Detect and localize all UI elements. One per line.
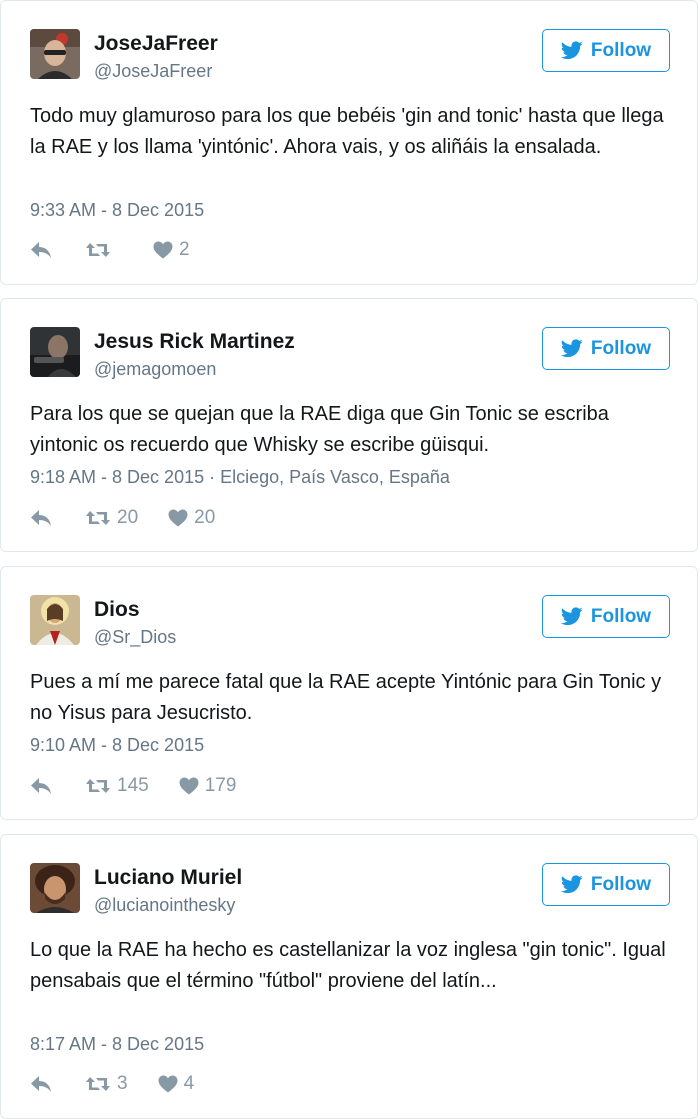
- tweet-text: Lo que la RAE ha hecho es castellanizar …: [30, 939, 666, 992]
- retweet-count: 20: [117, 507, 139, 528]
- follow-button[interactable]: Follow: [542, 327, 670, 370]
- like-button[interactable]: 4: [158, 1073, 195, 1095]
- retweet-icon: [85, 241, 111, 259]
- display-name[interactable]: Luciano Muriel: [94, 866, 242, 890]
- retweet-button[interactable]: 145: [85, 775, 149, 797]
- follow-label: Follow: [590, 873, 652, 895]
- user-handle[interactable]: @JoseJaFreer: [94, 61, 212, 82]
- tweet-timestamp[interactable]: 8:17 AM - 8 Dec 2015: [30, 1034, 204, 1055]
- tweet-card: Jesus Rick Martinez @jemagomoen Follow P…: [0, 298, 698, 552]
- reply-button[interactable]: [30, 1075, 52, 1093]
- follow-button[interactable]: Follow: [542, 863, 670, 906]
- follow-label: Follow: [590, 605, 652, 627]
- user-handle[interactable]: @lucianointhesky: [94, 895, 235, 916]
- reply-button[interactable]: [30, 241, 52, 259]
- tweet-timestamp[interactable]: 9:10 AM - 8 Dec 2015: [30, 735, 204, 756]
- tweet-actions: 3 4: [30, 1072, 194, 1096]
- heart-icon: [153, 241, 173, 259]
- like-button[interactable]: 179: [179, 775, 237, 797]
- retweet-count: 3: [117, 1073, 128, 1094]
- twitter-bird-icon: [560, 41, 583, 60]
- twitter-bird-icon: [560, 607, 583, 626]
- reply-button[interactable]: [30, 509, 52, 527]
- reply-icon: [30, 241, 52, 259]
- retweet-button[interactable]: [85, 241, 117, 259]
- heart-icon: [158, 1075, 178, 1093]
- reply-icon: [30, 777, 52, 795]
- tweet-timestamp[interactable]: 9:33 AM - 8 Dec 2015: [30, 200, 204, 221]
- tweet-actions: 2: [30, 238, 190, 262]
- tweet-card: Dios @Sr_Dios Follow Pues a mí me parece…: [0, 566, 698, 820]
- reply-icon: [30, 1075, 52, 1093]
- reply-icon: [30, 509, 52, 527]
- retweet-button[interactable]: 3: [85, 1073, 128, 1095]
- retweet-icon: [85, 509, 111, 527]
- like-count: 179: [204, 775, 237, 796]
- like-count: 4: [183, 1073, 195, 1094]
- tweet-card: Luciano Muriel @lucianointhesky Follow L…: [0, 834, 698, 1119]
- display-name[interactable]: Jesus Rick Martinez: [94, 330, 295, 354]
- tweet-text: Pues a mí me parece fatal que la RAE ace…: [30, 671, 662, 724]
- follow-button[interactable]: Follow: [542, 29, 670, 72]
- retweet-button[interactable]: 20: [85, 507, 138, 529]
- avatar[interactable]: [30, 29, 80, 79]
- retweet-icon: [85, 777, 111, 795]
- tweet-timestamp[interactable]: 9:18 AM - 8 Dec 2015 · Elciego, País Vas…: [30, 467, 450, 488]
- follow-label: Follow: [590, 39, 652, 61]
- like-button[interactable]: 20: [168, 507, 215, 529]
- like-count: 20: [194, 507, 216, 528]
- avatar[interactable]: [30, 595, 80, 645]
- twitter-bird-icon: [560, 875, 583, 894]
- follow-label: Follow: [590, 337, 652, 359]
- tweet-card: JoseJaFreer @JoseJaFreer Follow Todo muy…: [0, 0, 698, 285]
- retweet-count: 145: [117, 775, 149, 796]
- like-count: 2: [179, 239, 190, 260]
- avatar[interactable]: [30, 327, 80, 377]
- like-button[interactable]: 2: [153, 239, 190, 261]
- user-handle[interactable]: @jemagomoen: [94, 359, 216, 380]
- reply-button[interactable]: [30, 777, 52, 795]
- display-name[interactable]: JoseJaFreer: [94, 32, 218, 56]
- user-handle[interactable]: @Sr_Dios: [94, 627, 176, 648]
- twitter-bird-icon: [560, 339, 583, 358]
- tweet-actions: 145 179: [30, 774, 236, 798]
- retweet-icon: [85, 1075, 111, 1093]
- display-name[interactable]: Dios: [94, 598, 140, 622]
- follow-button[interactable]: Follow: [542, 595, 670, 638]
- tweet-text: Para los que se quejan que la RAE diga q…: [30, 403, 609, 456]
- tweet-actions: 20 20: [30, 506, 215, 530]
- tweet-text: Todo muy glamuroso para los que bebéis '…: [30, 105, 664, 158]
- heart-icon: [168, 509, 188, 527]
- heart-icon: [179, 777, 199, 795]
- avatar[interactable]: [30, 863, 80, 913]
